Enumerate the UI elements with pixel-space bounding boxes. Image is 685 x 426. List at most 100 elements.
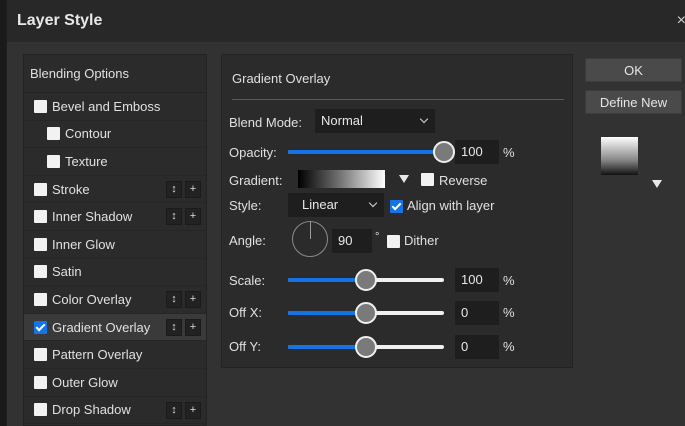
reorder-icon[interactable]: ↕ (166, 318, 182, 336)
style-preview-thumbnail (601, 137, 638, 175)
gradient-swatch[interactable] (298, 170, 385, 188)
effect-item-inner-shadow[interactable]: Inner Shadow ↕ + (24, 203, 206, 231)
effect-item-drop-shadow[interactable]: Drop Shadow ↕ + (24, 397, 206, 425)
blend-mode-label: Blend Mode: (229, 115, 302, 130)
close-icon[interactable]: × (677, 12, 685, 30)
angle-label: Angle: (229, 233, 266, 248)
inner-shadow-actions: ↕ + (166, 208, 201, 226)
gradient-overlay-label: Gradient Overlay (52, 319, 151, 335)
dialog-title: Layer Style (17, 12, 103, 29)
texture-checkbox[interactable] (47, 154, 60, 168)
reorder-icon[interactable]: ↕ (166, 291, 182, 309)
pattern-overlay-checkbox[interactable] (34, 348, 47, 362)
pattern-overlay-label: Pattern Overlay (52, 347, 143, 363)
effect-item-bevel-and-emboss[interactable]: Bevel and Emboss (24, 93, 206, 121)
effect-item-outer-glow[interactable]: Outer Glow (24, 369, 206, 397)
reorder-icon[interactable]: ↕ (166, 401, 182, 419)
style-value: Linear (302, 197, 339, 212)
bevel-and-emboss-label: Bevel and Emboss (52, 98, 161, 114)
define-new-button[interactable]: Define New (585, 90, 682, 114)
add-icon[interactable]: + (185, 291, 201, 309)
offset-x-slider[interactable] (288, 302, 444, 324)
effect-item-contour[interactable]: Contour (24, 121, 206, 149)
scale-unit: % (503, 273, 515, 288)
ok-button[interactable]: OK (585, 58, 682, 82)
title-bar: Layer Style × (7, 0, 685, 42)
inner-glow-label: Inner Glow (52, 236, 115, 252)
stroke-label: Stroke (52, 181, 90, 197)
stroke-checkbox[interactable] (34, 182, 47, 196)
texture-label: Texture (65, 153, 108, 169)
offset-y-slider-handle[interactable] (355, 336, 377, 358)
contour-checkbox[interactable] (47, 127, 60, 141)
effect-item-satin[interactable]: Satin (24, 259, 206, 287)
blending-options-label: Blending Options (30, 66, 130, 81)
add-icon[interactable]: + (185, 401, 201, 419)
offset-x-input[interactable]: 0 (455, 301, 499, 325)
opacity-slider-fill (288, 150, 444, 154)
angle-degree-unit: ° (375, 231, 380, 243)
panel-divider (232, 99, 564, 100)
inner-glow-checkbox[interactable] (34, 237, 47, 251)
angle-dial[interactable] (292, 221, 328, 257)
gradient-overlay-checkbox[interactable] (34, 320, 47, 334)
contour-label: Contour (65, 126, 112, 142)
reorder-icon[interactable]: ↕ (166, 180, 182, 198)
offset-y-input[interactable]: 0 (455, 335, 499, 359)
drop-shadow-label: Drop Shadow (52, 402, 131, 418)
scale-input[interactable]: 100 (455, 268, 499, 292)
style-select[interactable]: Linear (288, 193, 384, 217)
outer-glow-checkbox[interactable] (34, 375, 47, 389)
panel-title: Gradient Overlay (232, 71, 331, 86)
effect-item-color-overlay[interactable]: Color Overlay ↕ + (24, 286, 206, 314)
inner-shadow-checkbox[interactable] (34, 210, 47, 224)
style-label: Style: (229, 198, 262, 213)
outer-glow-label: Outer Glow (52, 374, 118, 390)
blending-options-item[interactable]: Blending Options (24, 55, 206, 93)
gradient-picker-dropdown-icon[interactable] (399, 175, 409, 183)
offset-x-unit: % (503, 305, 515, 320)
blend-mode-select[interactable]: Normal (315, 109, 435, 133)
opacity-slider-handle[interactable] (433, 141, 455, 163)
stroke-actions: ↕ + (166, 180, 201, 198)
add-icon[interactable]: + (185, 180, 201, 198)
preview-dropdown-icon[interactable] (652, 180, 662, 188)
effect-item-stroke[interactable]: Stroke ↕ + (24, 176, 206, 204)
effect-item-gradient-overlay[interactable]: Gradient Overlay ↕ + (24, 313, 206, 342)
offset-y-unit: % (503, 339, 515, 354)
effect-item-inner-glow[interactable]: Inner Glow (24, 231, 206, 259)
satin-checkbox[interactable] (34, 265, 47, 279)
offset-y-label: Off Y: (229, 339, 262, 354)
dither-label: Dither (404, 233, 439, 248)
drop-shadow-checkbox[interactable] (34, 403, 47, 417)
scale-slider-handle[interactable] (355, 269, 377, 291)
offset-x-slider-handle[interactable] (355, 302, 377, 324)
color-overlay-actions: ↕ + (166, 291, 201, 309)
opacity-slider[interactable] (288, 141, 455, 163)
reverse-checkbox[interactable] (421, 173, 434, 186)
effect-item-texture[interactable]: Texture (24, 148, 206, 176)
reverse-label: Reverse (439, 173, 488, 188)
add-icon[interactable]: + (185, 318, 201, 336)
offset-x-label: Off X: (229, 305, 262, 320)
opacity-unit: % (503, 145, 515, 160)
dither-checkbox[interactable] (387, 235, 400, 248)
align-with-layer-checkbox[interactable] (390, 200, 403, 213)
blend-mode-value: Normal (321, 113, 363, 128)
opacity-input[interactable]: 100 (455, 140, 499, 164)
offset-y-slider[interactable] (288, 336, 444, 358)
reorder-icon[interactable]: ↕ (166, 208, 182, 226)
scale-label: Scale: (229, 273, 266, 288)
opacity-label: Opacity: (229, 145, 277, 160)
satin-label: Satin (52, 264, 82, 280)
angle-input[interactable]: 90 (332, 229, 372, 253)
chevron-down-icon (368, 198, 378, 208)
scale-slider[interactable] (288, 269, 444, 291)
effect-item-pattern-overlay[interactable]: Pattern Overlay (24, 341, 206, 369)
add-icon[interactable]: + (185, 208, 201, 226)
layer-style-dialog: Layer Style × Blending Options Bevel and… (6, 0, 685, 426)
inner-shadow-label: Inner Shadow (52, 209, 133, 225)
bevel-and-emboss-checkbox[interactable] (34, 99, 47, 113)
align-with-layer-label: Align with layer (407, 198, 495, 213)
color-overlay-checkbox[interactable] (34, 292, 47, 306)
